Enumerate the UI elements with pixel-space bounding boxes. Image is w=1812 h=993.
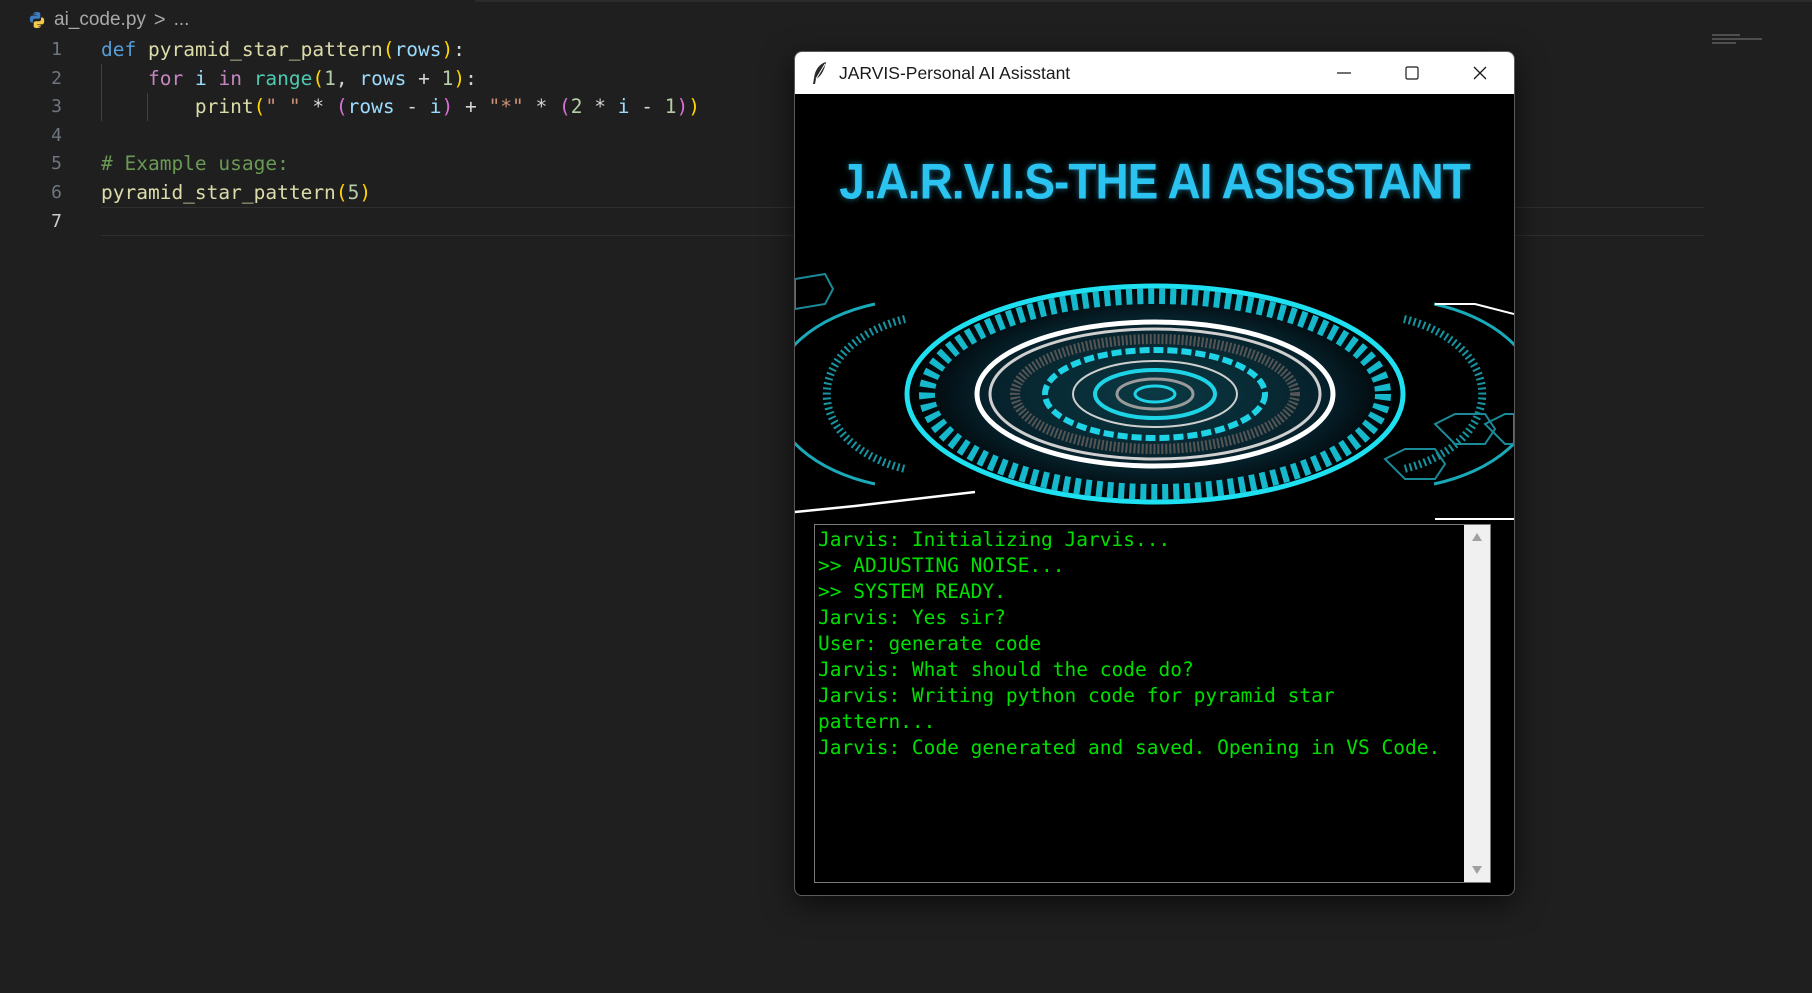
code-line-active[interactable] [101,208,700,237]
code-line[interactable]: # Example usage: [101,150,700,179]
code-token: ( [312,66,325,90]
window-titlebar[interactable]: JARVIS-Personal AI Asisstant [795,52,1514,94]
scroll-up-button[interactable] [1464,525,1490,549]
close-icon [1473,66,1487,80]
code-token: ( [253,95,266,119]
code-token: ) [453,66,466,90]
tab-bar-strip [475,0,1812,2]
code-token: - [629,95,665,119]
close-button[interactable] [1446,52,1514,94]
line-number-gutter: 1 2 3 4 5 6 7 [0,36,80,236]
code-token: print [194,95,254,119]
minimize-icon [1337,72,1351,74]
code-comment: # Example usage: [101,152,289,176]
window-title: JARVIS-Personal AI Asisstant [839,63,1071,83]
line-number: 4 [51,124,62,146]
code-token: i [194,66,207,90]
code-line[interactable]: for i in range(1, rows + 1): [101,65,700,94]
code-token: + [453,95,489,119]
python-file-icon [29,12,45,28]
code-token: 1 [664,95,677,119]
code-token: pyramid_star_pattern [101,180,336,204]
breadcrumb-separator: > [153,8,166,31]
breadcrumb: ai_code.py > ... [28,6,189,34]
code-token: ( [335,95,348,119]
log-line: >> SYSTEM READY. [818,580,1006,603]
code-token: rows [347,95,395,119]
code-token: , [335,66,360,90]
code-token: "*" [488,95,524,119]
code-token: range [253,66,313,90]
banner-title: J.A.R.V.I.S-THE AI ASISSTANT [839,152,1471,210]
minimize-button[interactable] [1310,52,1378,94]
code-token: ) [441,95,454,119]
jarvis-window: JARVIS-Personal AI Asisstant J.A.R.V.I.S… [794,51,1515,896]
jarvis-banner: J.A.R.V.I.S-THE AI ASISSTANT [795,94,1514,520]
scroll-down-arrow-icon [1472,866,1482,874]
log-line: Jarvis: Initializing Jarvis... [818,528,1171,551]
conversation-log[interactable]: Jarvis: Initializing Jarvis... >> ADJUST… [814,524,1491,883]
code-token: 1 [324,66,336,90]
log-line: Jarvis: Code generated and saved. Openin… [818,736,1441,759]
code-token: + [406,66,442,90]
code-token: ) [441,38,454,61]
code-line[interactable]: pyramid_star_pattern(5) [101,179,700,208]
log-scrollbar[interactable] [1464,525,1490,882]
code-token: rows [359,66,407,90]
code-token: in [218,66,242,90]
minimap[interactable] [1712,34,1772,50]
code-token: i [429,95,442,119]
line-number-active: 7 [51,210,62,232]
code-token: rows [394,38,442,61]
maximize-button[interactable] [1378,52,1446,94]
scroll-down-button[interactable] [1464,858,1490,882]
code-token: ( [335,180,348,204]
code-token: ) [359,180,372,204]
breadcrumb-more[interactable]: ... [174,9,190,31]
breadcrumb-file[interactable]: ai_code.py [54,9,146,31]
code-token: * [300,95,336,119]
code-token: pyramid_star_pattern [147,38,383,61]
line-number: 2 [51,67,62,89]
code-token: * [582,95,618,119]
code-token: ( [559,95,571,119]
maximize-icon [1405,66,1419,80]
code-token: * [523,95,559,119]
code-text-area[interactable]: def pyramid_star_pattern(rows): for i in… [101,36,700,236]
log-line: pattern... [818,710,936,733]
code-token: - [394,95,430,119]
code-token: 2 [570,95,583,119]
code-token: " " [265,95,301,119]
code-line[interactable] [101,122,700,151]
code-token: for [147,66,184,90]
code-token: 1 [441,66,454,90]
log-line: >> ADJUSTING NOISE... [818,554,1065,577]
code-token: def [101,38,137,61]
line-number: 6 [51,181,62,203]
code-token: 5 [347,180,360,204]
code-token: : [453,38,466,61]
code-token: i [617,95,630,119]
code-token: ) [676,95,689,119]
code-token: ) [688,95,700,119]
code-token: : [465,66,477,90]
code-line[interactable]: def pyramid_star_pattern(rows): [101,36,700,65]
scroll-up-arrow-icon [1472,533,1482,541]
log-line: Jarvis: Yes sir? [818,606,1006,629]
line-number: 3 [51,96,62,118]
log-line: Jarvis: What should the code do? [818,658,1194,681]
line-number: 1 [51,39,62,60]
log-line: Jarvis: Writing python code for pyramid … [818,684,1335,707]
line-number: 5 [51,153,62,175]
code-line[interactable]: print(" " * (rows - i) + "*" * (2 * i - … [101,93,700,122]
hud-graphic [795,272,1514,520]
feather-icon [813,62,826,84]
log-lines: Jarvis: Initializing Jarvis... >> ADJUST… [818,527,1458,761]
log-line: User: generate code [818,632,1042,655]
code-token: ( [382,38,395,61]
